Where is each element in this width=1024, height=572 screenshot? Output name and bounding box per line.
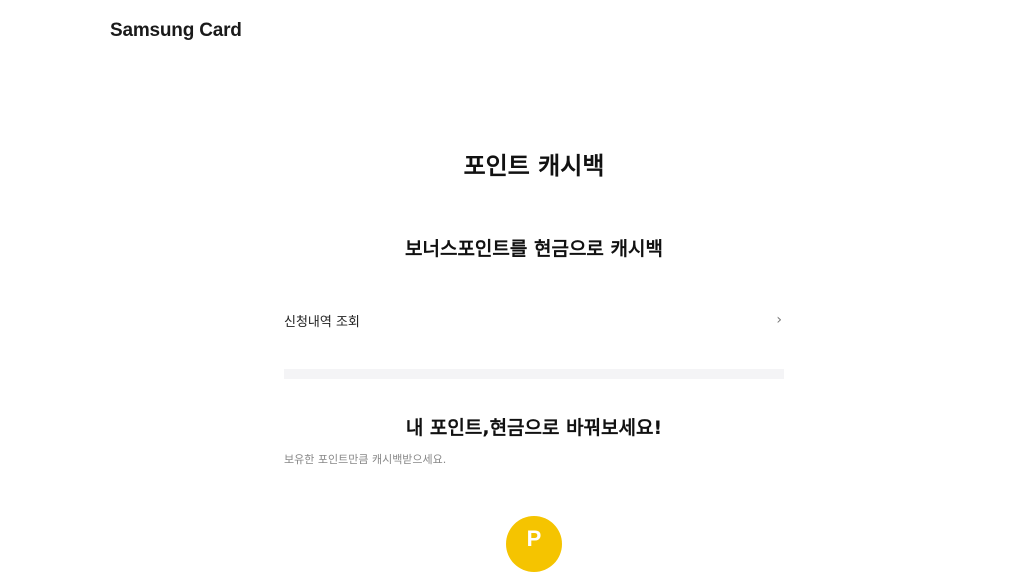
history-inquiry-link[interactable]: 신청내역 조회 › <box>284 304 784 336</box>
page-title: 포인트 캐시백 <box>463 152 605 180</box>
samsung-card-logo[interactable]: Samsung Card <box>110 20 242 42</box>
main-content: 포인트 캐시백 보너스포인트를 현금으로 캐시백 신청내역 조회 › 내 포인트… <box>284 0 784 572</box>
promo-title: 내 포인트,현금으로 바꿔보세요! <box>405 417 663 439</box>
chevron-right-icon: › <box>776 312 782 328</box>
history-inquiry-label: 신청내역 조회 <box>284 314 360 330</box>
promo-subtitle: 보유한 포인트만큼 캐시백받으세요. <box>284 453 447 466</box>
point-badge-icon: P <box>506 516 562 572</box>
section-title: 보너스포인트를 현금으로 캐시백 <box>405 238 663 260</box>
header: Samsung Card <box>110 20 242 50</box>
section-divider <box>284 369 784 379</box>
